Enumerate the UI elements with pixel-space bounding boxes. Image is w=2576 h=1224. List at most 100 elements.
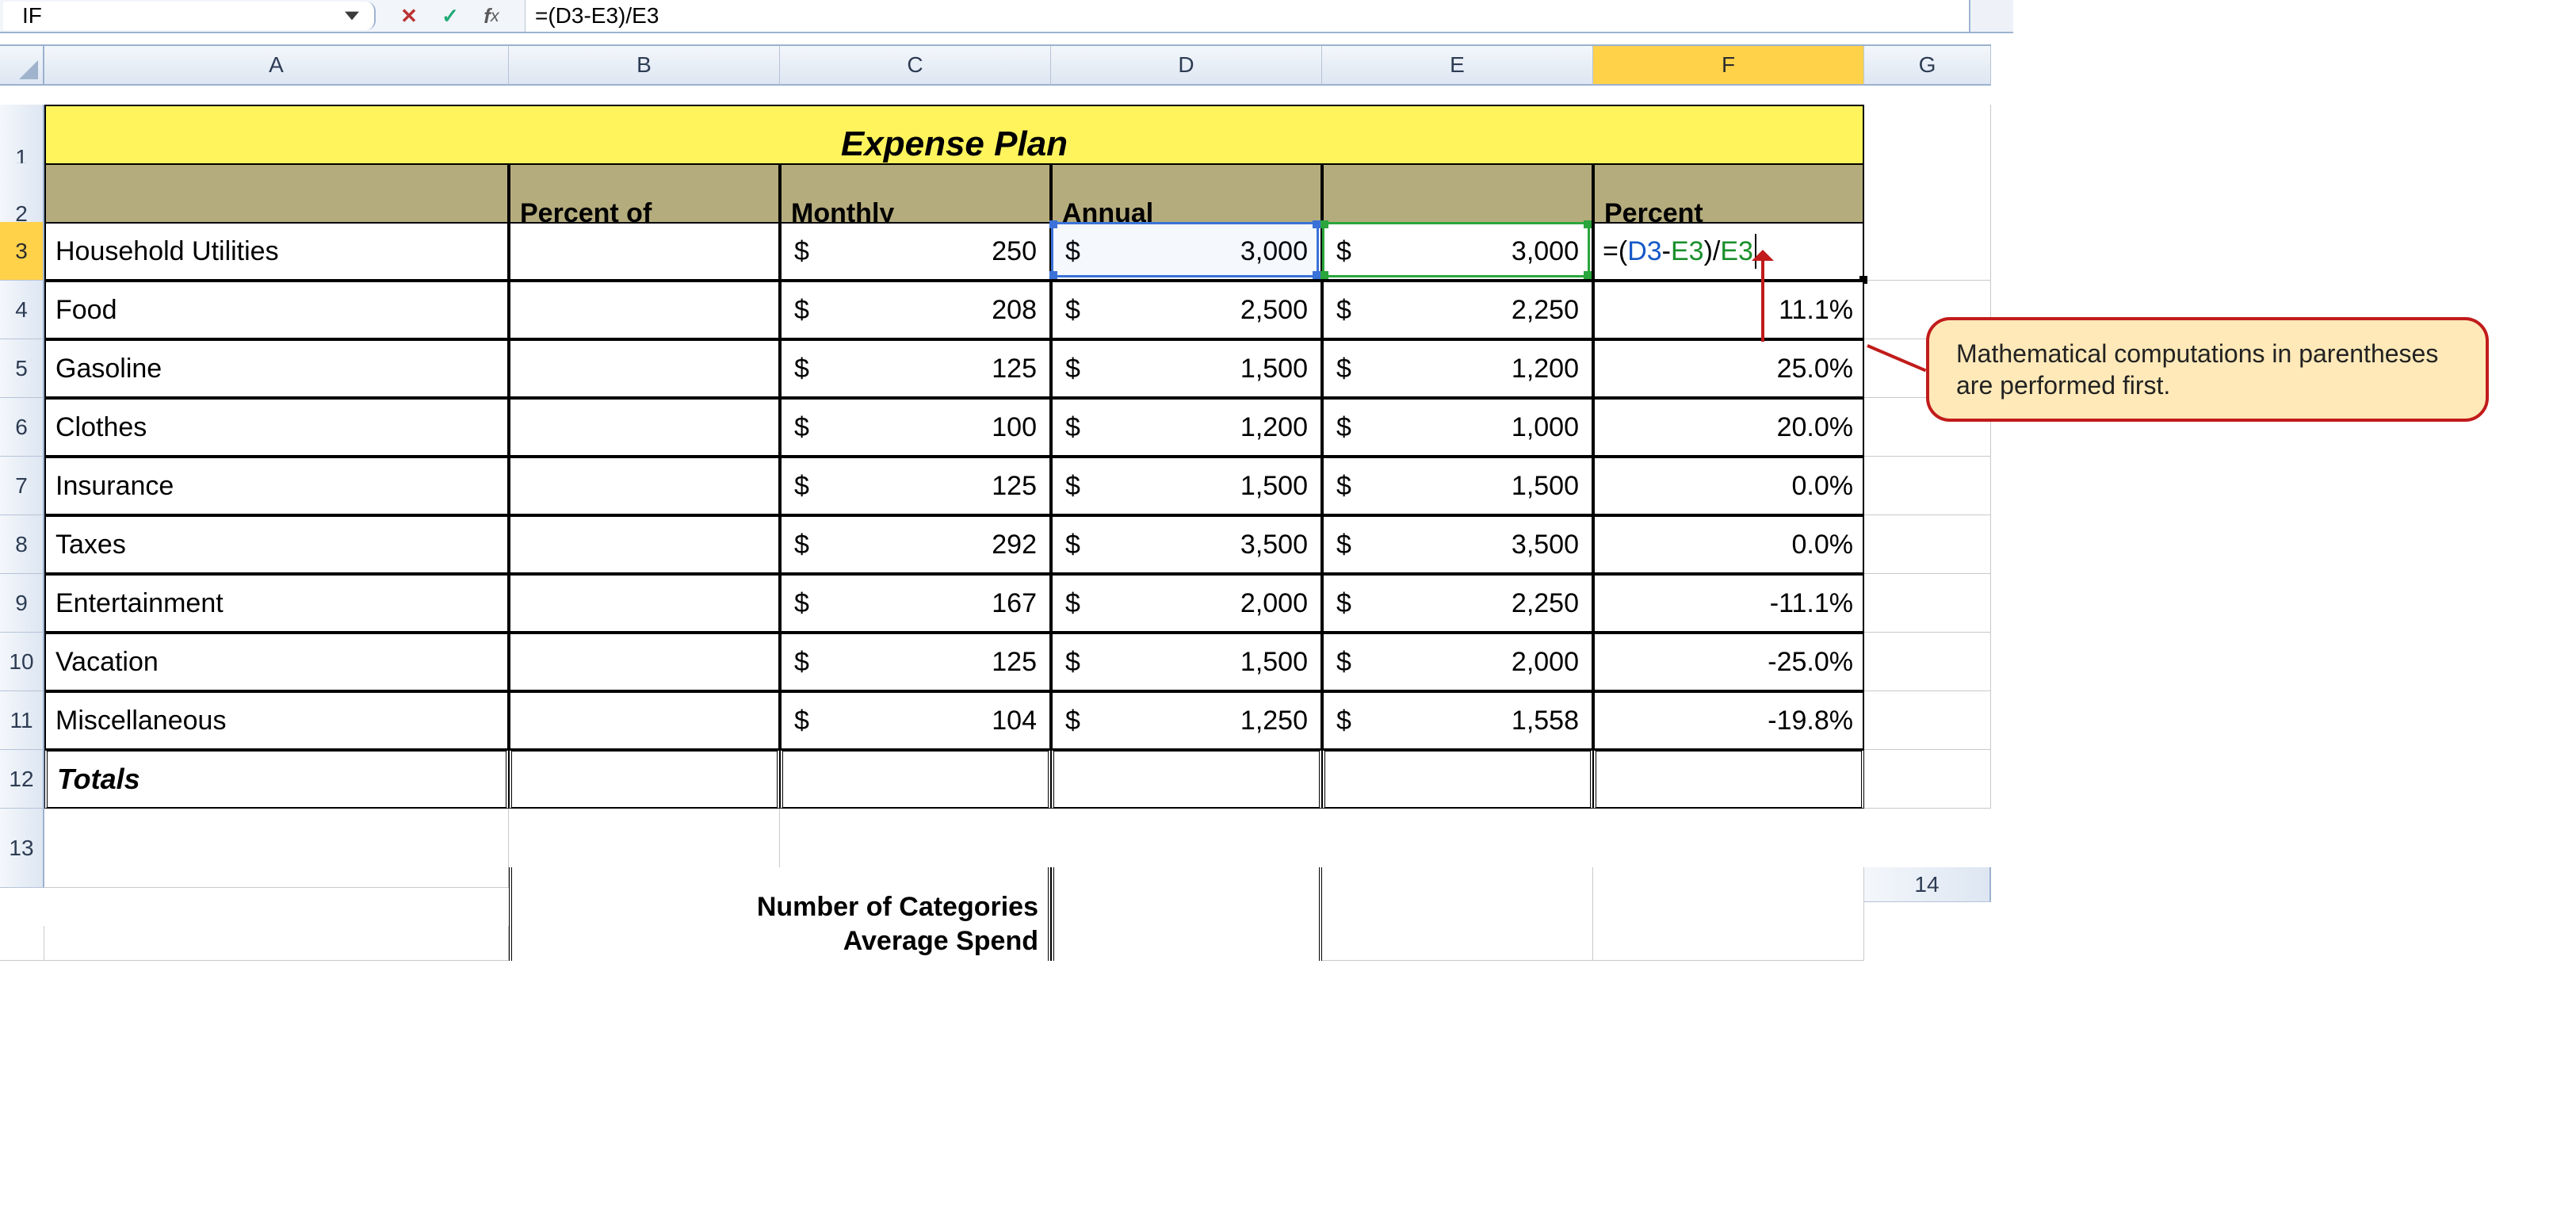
cell-B9[interactable] bbox=[509, 574, 780, 633]
row-head-8[interactable]: 8 bbox=[0, 515, 44, 574]
name-box-dropdown-icon[interactable] bbox=[330, 2, 374, 30]
cell-C6[interactable]: $100 bbox=[780, 398, 1051, 457]
cell-E6[interactable]: $1,000 bbox=[1322, 398, 1593, 457]
cell-E8[interactable]: $3,500 bbox=[1322, 515, 1593, 574]
fx-icon[interactable]: fx bbox=[480, 5, 503, 27]
cell-B4[interactable] bbox=[509, 281, 780, 339]
cell-E3[interactable]: $3,000 bbox=[1322, 222, 1593, 281]
select-all-corner[interactable] bbox=[0, 46, 44, 86]
cell-F11[interactable]: -19.8% bbox=[1593, 691, 1864, 750]
cell-D4[interactable]: $2,500 bbox=[1051, 281, 1322, 339]
cell-F6[interactable]: 20.0% bbox=[1593, 398, 1864, 457]
row-head-14[interactable]: 14 bbox=[1864, 867, 1991, 902]
cell-B8[interactable] bbox=[509, 515, 780, 574]
cell-C4[interactable]: $208 bbox=[780, 281, 1051, 339]
cell-B11[interactable] bbox=[509, 691, 780, 750]
row-head-12[interactable]: 12 bbox=[0, 750, 44, 809]
row-head-5[interactable]: 5 bbox=[0, 339, 44, 398]
row-head-10[interactable]: 10 bbox=[0, 633, 44, 691]
formula-bar-expand-icon[interactable] bbox=[1969, 0, 2013, 32]
col-head-B[interactable]: B bbox=[509, 46, 780, 86]
cell-B7[interactable] bbox=[509, 457, 780, 515]
cell-D3[interactable]: $3,000 bbox=[1051, 222, 1322, 281]
cell-A11[interactable]: Miscellaneous bbox=[44, 691, 509, 750]
cell-B5[interactable] bbox=[509, 339, 780, 398]
cell-G8[interactable] bbox=[1864, 515, 1991, 574]
cell-B10[interactable] bbox=[509, 633, 780, 691]
cell-E7[interactable]: $1,500 bbox=[1322, 457, 1593, 515]
col-head-E[interactable]: E bbox=[1322, 46, 1593, 86]
col-head-C[interactable]: C bbox=[780, 46, 1051, 86]
cell-F10[interactable]: -25.0% bbox=[1593, 633, 1864, 691]
cell-C8[interactable]: $292 bbox=[780, 515, 1051, 574]
cell-C11[interactable]: $104 bbox=[780, 691, 1051, 750]
cell-A5[interactable]: Gasoline bbox=[44, 339, 509, 398]
formula-input[interactable]: =(D3-E3)/E3 bbox=[525, 0, 1969, 32]
cell-E14[interactable] bbox=[1051, 926, 1322, 961]
cell-D11[interactable]: $1,250 bbox=[1051, 691, 1322, 750]
cell-C10[interactable]: $125 bbox=[780, 633, 1051, 691]
row-head-9[interactable]: 9 bbox=[0, 574, 44, 633]
cell-D8[interactable]: $3,500 bbox=[1051, 515, 1322, 574]
cell-G14[interactable] bbox=[1593, 926, 1864, 961]
cell-A10[interactable]: Vacation bbox=[44, 633, 509, 691]
cancel-icon[interactable]: ✕ bbox=[398, 5, 420, 27]
name-box[interactable]: IF bbox=[3, 2, 376, 30]
cell-G3[interactable] bbox=[1864, 222, 1991, 281]
cell-A3[interactable]: Household Utilities bbox=[44, 222, 509, 281]
spreadsheet-grid[interactable]: A B C D E F G 1 Expense Plan (Does not i… bbox=[0, 44, 1991, 985]
cell-B12[interactable] bbox=[509, 750, 780, 809]
cell-G10[interactable] bbox=[1864, 633, 1991, 691]
cell-E11[interactable]: $1,558 bbox=[1322, 691, 1593, 750]
cell-D12[interactable] bbox=[1051, 750, 1322, 809]
cell-F14[interactable] bbox=[1322, 926, 1593, 961]
cell-D7[interactable]: $1,500 bbox=[1051, 457, 1322, 515]
cell-G11[interactable] bbox=[1864, 691, 1991, 750]
cell-D9[interactable]: $2,000 bbox=[1051, 574, 1322, 633]
cell-E12[interactable] bbox=[1322, 750, 1593, 809]
row-head-3[interactable]: 3 bbox=[0, 222, 44, 281]
cell-A9[interactable]: Entertainment bbox=[44, 574, 509, 633]
cell-G9[interactable] bbox=[1864, 574, 1991, 633]
cell-D5[interactable]: $1,500 bbox=[1051, 339, 1322, 398]
col-head-F[interactable]: F bbox=[1593, 46, 1864, 86]
cell-A13[interactable] bbox=[44, 809, 509, 888]
cell-C7[interactable]: $125 bbox=[780, 457, 1051, 515]
cell-D6[interactable]: $1,200 bbox=[1051, 398, 1322, 457]
col-head-A[interactable]: A bbox=[44, 46, 509, 86]
cell-E5[interactable]: $1,200 bbox=[1322, 339, 1593, 398]
cell-F3-editing[interactable]: =(D3-E3)/E3 bbox=[1593, 222, 1864, 281]
cell-E10[interactable]: $2,000 bbox=[1322, 633, 1593, 691]
cell-F12[interactable] bbox=[1593, 750, 1864, 809]
totals-label-cell[interactable]: Totals bbox=[44, 750, 509, 809]
col-head-G[interactable]: G bbox=[1864, 46, 1991, 86]
cell-C12[interactable] bbox=[780, 750, 1051, 809]
col-head-D[interactable]: D bbox=[1051, 46, 1322, 86]
cell-A4[interactable]: Food bbox=[44, 281, 509, 339]
cell-C3[interactable]: $250 bbox=[780, 222, 1051, 281]
row-head-11[interactable]: 11 bbox=[0, 691, 44, 750]
cell-F5[interactable]: 25.0% bbox=[1593, 339, 1864, 398]
cell-B6[interactable] bbox=[509, 398, 780, 457]
cell-F7[interactable]: 0.0% bbox=[1593, 457, 1864, 515]
row-head-7[interactable]: 7 bbox=[0, 457, 44, 515]
cell-G7[interactable] bbox=[1864, 457, 1991, 515]
cell-A6[interactable]: Clothes bbox=[44, 398, 509, 457]
cell-A7[interactable]: Insurance bbox=[44, 457, 509, 515]
cell-G12[interactable] bbox=[1864, 750, 1991, 809]
cell-F4[interactable]: 11.1% bbox=[1593, 281, 1864, 339]
cell-B3[interactable] bbox=[509, 222, 780, 281]
row-head-6[interactable]: 6 bbox=[0, 398, 44, 457]
cell-A14[interactable] bbox=[0, 926, 44, 961]
cell-E4[interactable]: $2,250 bbox=[1322, 281, 1593, 339]
enter-icon[interactable]: ✓ bbox=[439, 5, 461, 27]
cell-D10[interactable]: $1,500 bbox=[1051, 633, 1322, 691]
cell-F8[interactable]: 0.0% bbox=[1593, 515, 1864, 574]
average-spend-label[interactable]: Average Spend bbox=[509, 926, 1051, 961]
row-head-4[interactable]: 4 bbox=[0, 281, 44, 339]
cell-E9[interactable]: $2,250 bbox=[1322, 574, 1593, 633]
cell-C5[interactable]: $125 bbox=[780, 339, 1051, 398]
cell-C9[interactable]: $167 bbox=[780, 574, 1051, 633]
row-head-13[interactable]: 13 bbox=[0, 809, 44, 888]
cell-F9[interactable]: -11.1% bbox=[1593, 574, 1864, 633]
